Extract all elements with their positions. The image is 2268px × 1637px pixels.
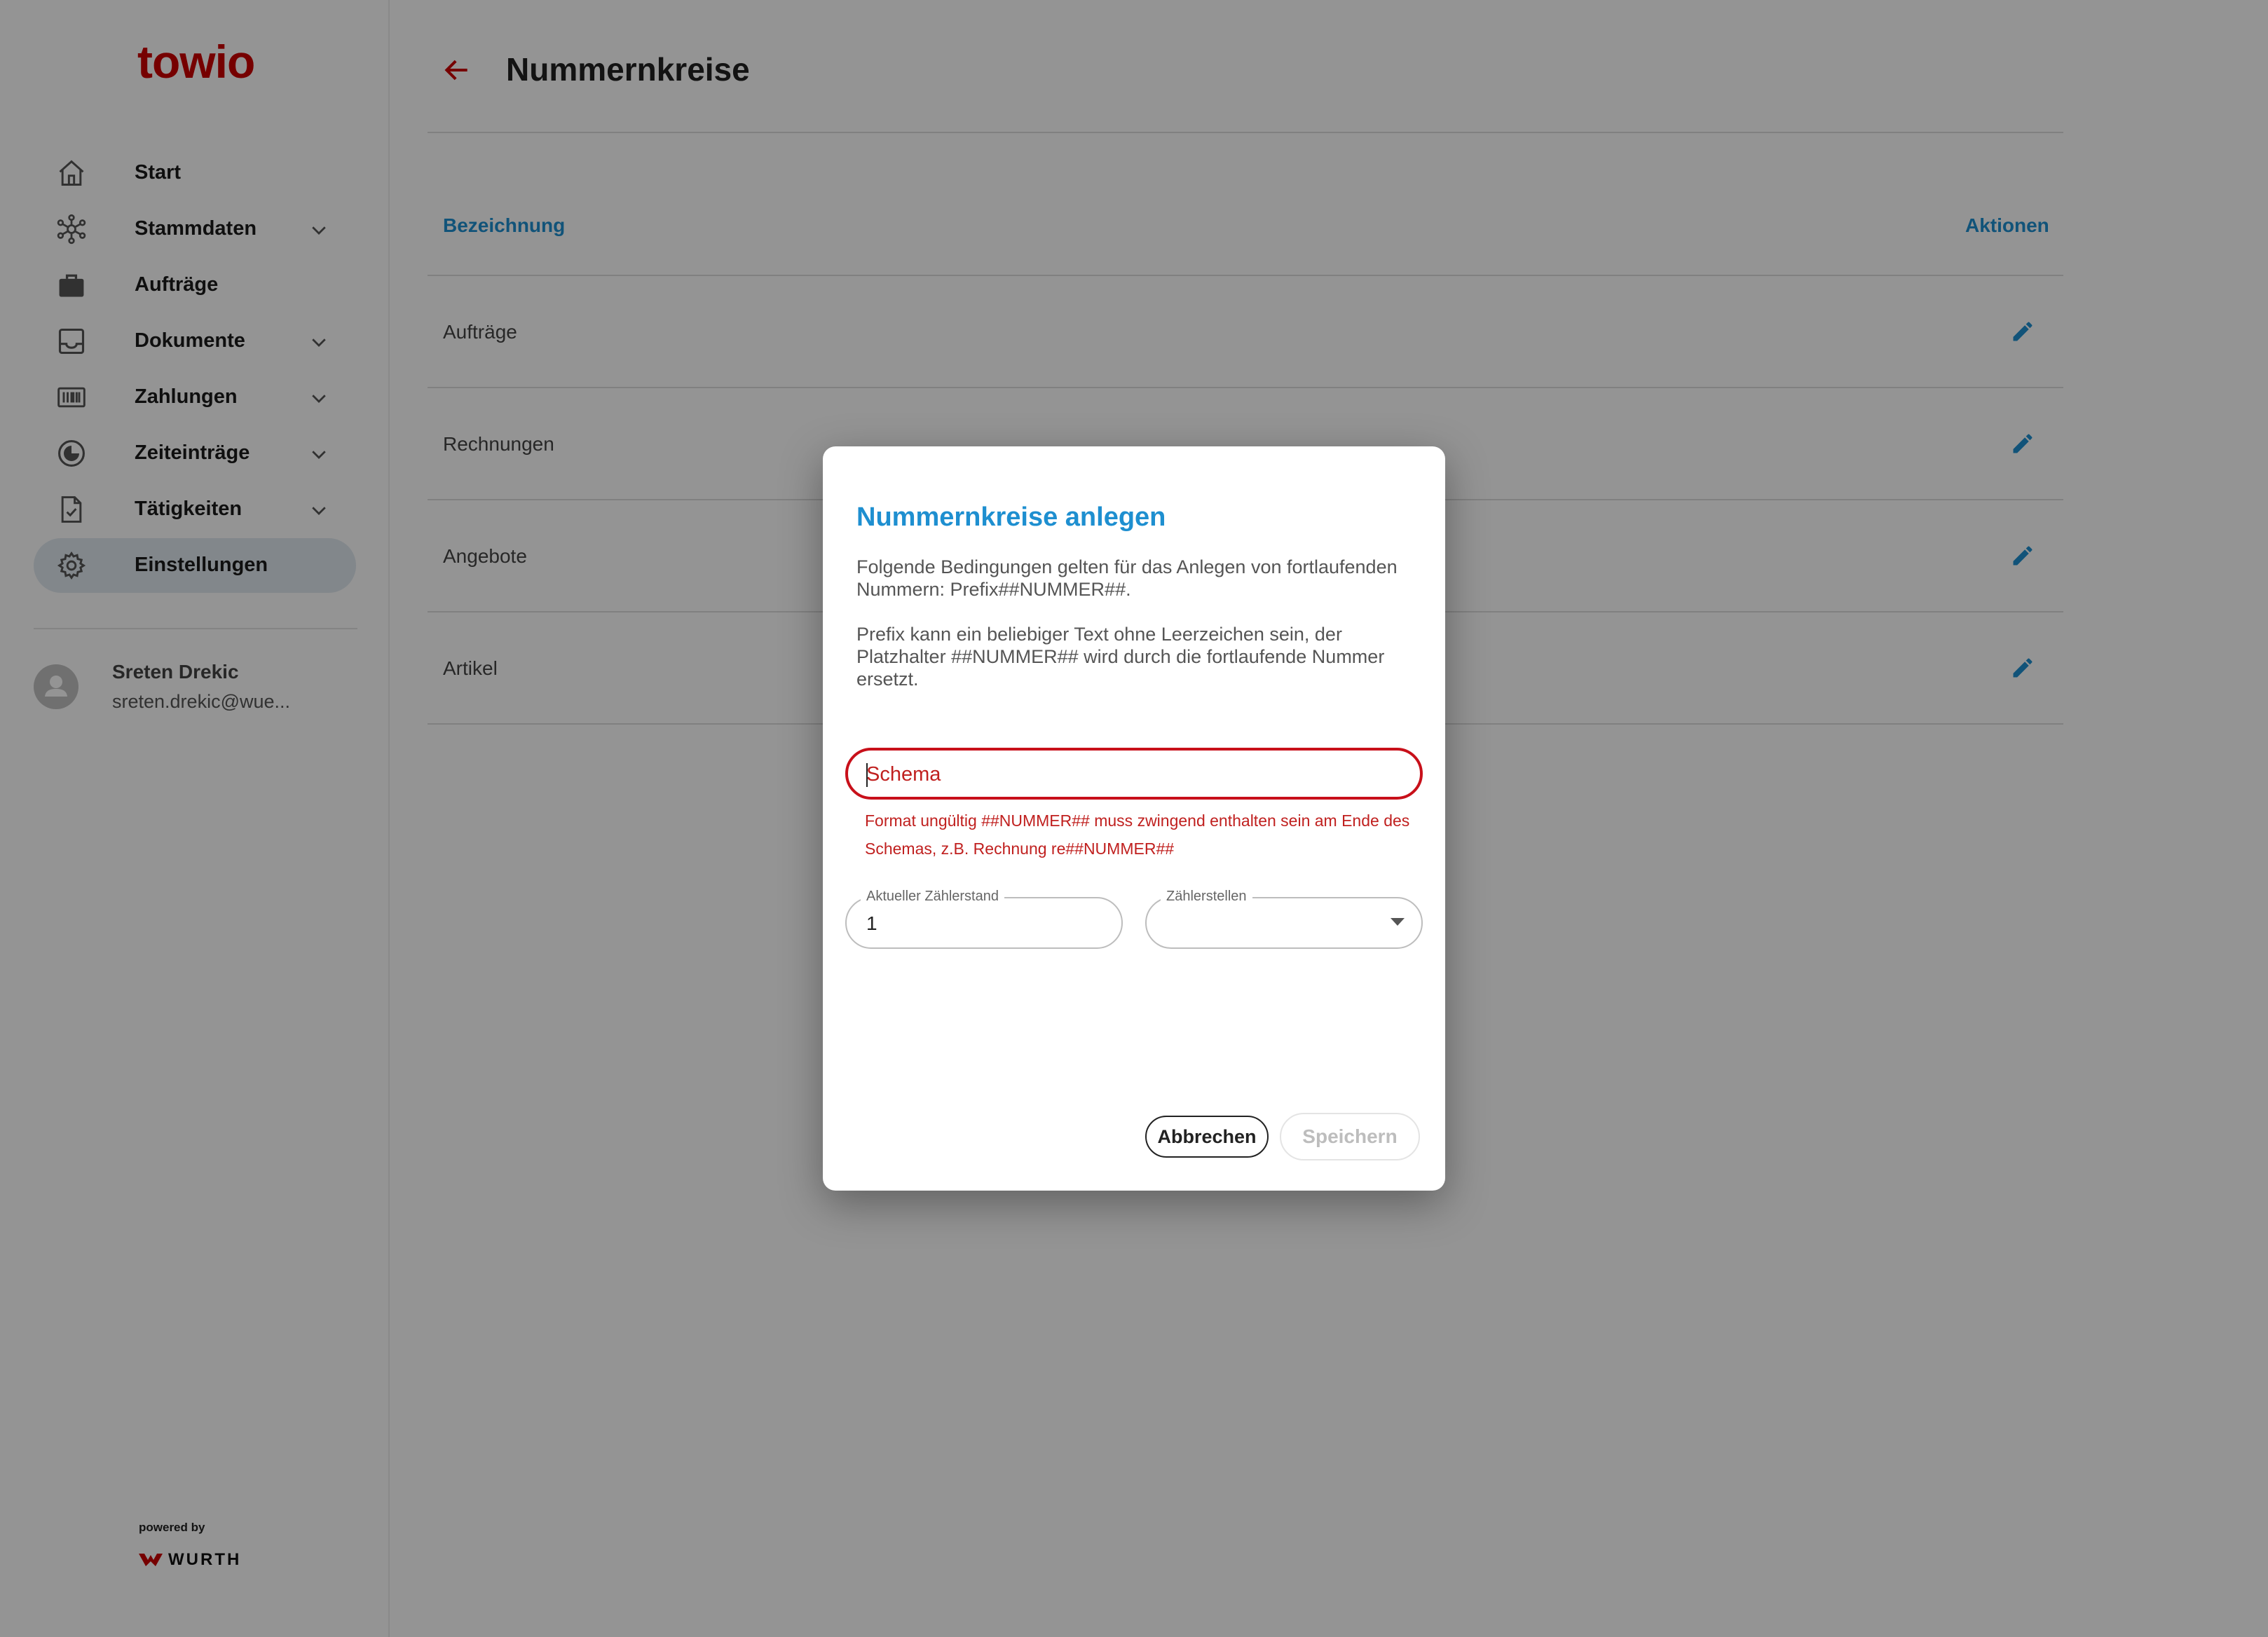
text-caret bbox=[866, 763, 868, 787]
schema-input[interactable] bbox=[865, 762, 1400, 787]
schema-field[interactable] bbox=[845, 748, 1423, 800]
dialog-description-prefix: Prefix kann ein beliebiger Text ohne Lee… bbox=[856, 624, 1385, 690]
dialog-description-conditions: Folgende Bedingungen gelten für das Anle… bbox=[856, 556, 1398, 600]
dropdown-arrow-icon bbox=[1391, 918, 1405, 926]
counter-field[interactable]: Aktueller Zählerstand bbox=[845, 889, 1123, 949]
cancel-button[interactable]: Abbrechen bbox=[1145, 1116, 1269, 1158]
counter-label: Aktueller Zählerstand bbox=[861, 889, 1004, 905]
schema-error-message: Format ungültig ##NUMMER## muss zwingend… bbox=[865, 811, 1410, 858]
dialog-title: Nummernkreise anlegen bbox=[856, 502, 1166, 532]
save-button[interactable]: Speichern bbox=[1280, 1113, 1420, 1160]
create-number-range-dialog: Nummernkreise anlegen Folgende Bedingung… bbox=[823, 446, 1445, 1191]
counter-input[interactable] bbox=[865, 911, 1106, 936]
digits-label: Zählerstellen bbox=[1161, 889, 1252, 905]
digits-select[interactable]: Zählerstellen bbox=[1145, 889, 1423, 949]
